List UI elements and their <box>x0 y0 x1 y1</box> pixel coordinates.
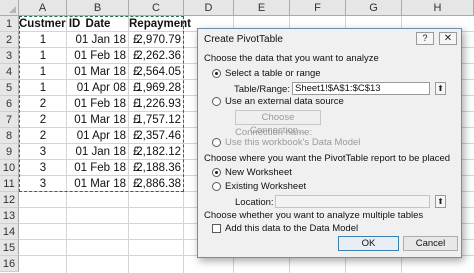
radio-data-model[interactable] <box>212 138 221 147</box>
cell-repayment[interactable]: 2,262.36 <box>129 48 184 64</box>
row-header[interactable]: 11 <box>0 176 19 192</box>
dialog-title: Create PivotTable <box>204 34 283 45</box>
option-new-worksheet-label[interactable]: New Worksheet <box>225 167 292 178</box>
section-choose-data: Choose the data that you want to analyze <box>204 53 379 64</box>
column-header-e[interactable]: E <box>234 0 290 16</box>
column-header-g[interactable]: G <box>346 0 402 16</box>
column-header-b[interactable]: B <box>67 0 129 16</box>
close-button[interactable]: ✕ <box>439 32 457 45</box>
table-range-collapse-button[interactable]: ⬆ <box>435 82 446 95</box>
option-data-model-label[interactable]: Use this workbook's Data Model <box>225 137 360 148</box>
radio-existing-worksheet[interactable] <box>212 182 221 191</box>
location-input[interactable] <box>275 195 430 208</box>
column-header-h[interactable]: H <box>402 0 474 16</box>
cell-date[interactable]: 01 Mar 18 <box>67 112 129 128</box>
radio-external-source[interactable] <box>212 97 221 106</box>
column-header-a[interactable]: A <box>19 0 67 16</box>
cell-date[interactable]: 01 Feb 18 <box>67 96 129 112</box>
option-select-table-label[interactable]: Select a table or range <box>225 68 321 79</box>
section-multiple-tables: Choose whether you want to analyze multi… <box>204 210 424 221</box>
cell-customer-id[interactable]: 2 <box>19 112 67 128</box>
cell-customer-id[interactable]: 3 <box>19 160 67 176</box>
add-to-data-model-label[interactable]: Add this data to the Data Model <box>225 223 358 234</box>
row-header[interactable]: 12 <box>0 192 19 208</box>
column-header-d[interactable]: D <box>184 0 234 16</box>
row-header[interactable]: 10 <box>0 160 19 176</box>
cancel-button[interactable]: Cancel <box>403 236 458 251</box>
option-external-source-label[interactable]: Use an external data source <box>225 96 344 107</box>
header-cell-customer-id[interactable]: Custmer ID <box>19 16 80 32</box>
row-header[interactable]: 15 <box>0 240 19 256</box>
row-header[interactable]: 3 <box>0 48 19 64</box>
table-range-label: Table/Range: <box>234 84 290 95</box>
row-header[interactable]: 16 <box>0 256 19 272</box>
cell-repayment[interactable]: 2,357.46 <box>129 128 184 144</box>
help-button[interactable]: ? <box>416 32 434 45</box>
cell-repayment[interactable]: 2,188.36 <box>129 160 184 176</box>
table-range-input[interactable]: Sheet1!$A$1:$C$13 <box>292 82 430 95</box>
cell-date[interactable]: 01 Feb 18 <box>67 160 129 176</box>
row-header[interactable]: 8 <box>0 128 19 144</box>
cell-customer-id[interactable]: 2 <box>19 128 67 144</box>
cell-customer-id[interactable]: 3 <box>19 176 67 192</box>
cell-repayment[interactable]: 2,564.05 <box>129 64 184 80</box>
header-cell-date[interactable]: Date <box>67 16 129 32</box>
cell-date[interactable]: 01 Feb 18 <box>67 48 129 64</box>
cell-date[interactable]: 01 Apr 08 <box>67 80 129 96</box>
create-pivottable-dialog: Create PivotTable ? ✕ Choose the data th… <box>197 28 462 258</box>
header-cell-repayment[interactable]: Repayment <box>129 16 191 32</box>
cell-date[interactable]: 01 Apr 18 <box>67 128 129 144</box>
row-header[interactable]: 1 <box>0 16 19 32</box>
add-to-data-model-checkbox[interactable] <box>212 224 221 233</box>
select-all-corner[interactable] <box>0 0 19 16</box>
radio-new-worksheet[interactable] <box>212 168 221 177</box>
row-header[interactable]: 4 <box>0 64 19 80</box>
row-header[interactable]: 9 <box>0 144 19 160</box>
cell-date[interactable]: 01 Jan 18 <box>67 144 129 160</box>
location-label: Location: <box>235 197 274 208</box>
row-header[interactable]: 5 <box>0 80 19 96</box>
cell-customer-id[interactable]: 1 <box>19 64 67 80</box>
cell-date[interactable]: 01 Mar 18 <box>67 64 129 80</box>
cell-date[interactable]: 01 Mar 18 <box>67 176 129 192</box>
cell-customer-id[interactable]: 1 <box>19 80 67 96</box>
cell-customer-id[interactable]: 2 <box>19 96 67 112</box>
cell-customer-id[interactable]: 3 <box>19 144 67 160</box>
row-header[interactable]: 2 <box>0 32 19 48</box>
section-choose-location: Choose where you want the PivotTable rep… <box>204 153 451 164</box>
cell-customer-id[interactable]: 1 <box>19 32 67 48</box>
cell-repayment[interactable]: 1,969.28 <box>129 80 184 96</box>
row-header[interactable]: 7 <box>0 112 19 128</box>
cell-repayment[interactable]: 2,886.38 <box>129 176 184 192</box>
cell-repayment[interactable]: 1,226.93 <box>129 96 184 112</box>
cell-date[interactable]: 01 Jan 18 <box>67 32 129 48</box>
cell-repayment[interactable]: 2,970.79 <box>129 32 184 48</box>
row-header[interactable]: 14 <box>0 224 19 240</box>
row-header[interactable]: 6 <box>0 96 19 112</box>
cell-repayment[interactable]: 1,757.12 <box>129 112 184 128</box>
column-header-c[interactable]: C <box>129 0 184 16</box>
option-existing-worksheet-label[interactable]: Existing Worksheet <box>225 181 306 192</box>
cell-customer-id[interactable]: 1 <box>19 48 67 64</box>
location-collapse-button[interactable]: ⬆ <box>435 195 446 208</box>
cell-repayment[interactable]: 2,182.12 <box>129 144 184 160</box>
column-header-f[interactable]: F <box>290 0 346 16</box>
radio-select-table[interactable] <box>212 69 221 78</box>
ok-button[interactable]: OK <box>338 236 399 251</box>
row-header[interactable]: 13 <box>0 208 19 224</box>
choose-connection-button[interactable]: Choose Connection... <box>235 110 321 136</box>
